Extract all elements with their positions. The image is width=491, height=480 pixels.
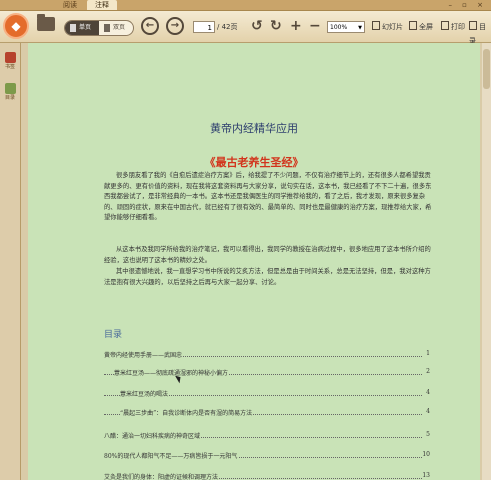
sidebar-item-bookmarks[interactable]: 书签: [3, 52, 17, 70]
slideshow-button[interactable]: 幻灯片: [372, 20, 403, 34]
toc-entry[interactable]: 八醋：通治一切妇科疾病的神奇区域 5: [104, 431, 430, 441]
page-number-input[interactable]: 1: [193, 21, 215, 33]
toc-icon: [4, 83, 16, 94]
sidebar-item-toc[interactable]: 目录: [3, 83, 17, 101]
document-title: 黄帝内经精华应用: [210, 122, 298, 135]
slideshow-icon: [372, 21, 380, 30]
bookmark-icon: [469, 21, 477, 30]
bookmark-button[interactable]: 目录: [469, 20, 491, 45]
chevron-down-icon: ▼: [358, 25, 362, 31]
fullscreen-button[interactable]: 全屏: [409, 20, 433, 34]
toc-entry[interactable]: 艾灸是我们的身体：阳虚的证候和调理方法 13: [104, 472, 430, 480]
toc-entry[interactable]: 薏米红豆汤的喝法 4: [104, 389, 430, 399]
left-sidebar: 书签 目录: [0, 43, 21, 480]
app-logo: ◆: [3, 13, 29, 39]
single-page-icon: [70, 24, 76, 32]
toc-entry[interactable]: 黄帝内经使用手册——武国忠 1: [104, 350, 430, 360]
forward-icon[interactable]: →: [166, 17, 184, 35]
open-folder-icon[interactable]: [37, 14, 55, 31]
zoom-in-icon[interactable]: +: [290, 17, 302, 35]
back-icon[interactable]: ←: [141, 17, 159, 35]
tab-annotate[interactable]: 注释: [87, 0, 117, 10]
double-page-icon: [104, 24, 110, 32]
intro-paragraph-2: 从这本书及我同学所给我的治疗笔记，我可以看得出，我同学的教授在治病过程中，很多地…: [104, 246, 431, 264]
toc-entry[interactable]: 薏米红豆汤——彻底疏通湿邪的神秘小偏方 2: [104, 368, 430, 378]
toc-entry[interactable]: “晨起三步曲”：自我诊断体内是否有湿的简易方法 4: [104, 408, 430, 418]
intro-paragraph-1: 很多朋友看了我的《自愈后遗症治疗方案》后，给我提了不少问题，不仅有治疗细节上的，…: [104, 172, 432, 222]
zoom-select[interactable]: 100% ▼: [327, 21, 365, 33]
zoom-out-icon[interactable]: −: [309, 17, 321, 35]
window-controls[interactable]: – ▫ ×: [448, 0, 487, 10]
bookmark-icon: [4, 52, 16, 63]
title-bar: 阅读 注释 – ▫ ×: [0, 0, 491, 11]
tab-read[interactable]: 阅读: [55, 0, 85, 10]
fullscreen-icon: [409, 21, 417, 30]
toc-heading: 目录: [104, 330, 123, 340]
print-icon: [441, 21, 449, 30]
scrollbar-thumb[interactable]: [483, 49, 490, 89]
rotate-left-icon[interactable]: ↺: [251, 17, 263, 35]
document-page[interactable]: 黄帝内经精华应用 《最古老养生圣经》 很多朋友看了我的《自愈后遗症治疗方案》后，…: [28, 43, 480, 480]
view-mode-toggle[interactable]: 单页 双页: [64, 20, 134, 36]
rotate-right-icon[interactable]: ↻: [270, 17, 282, 35]
vertical-scrollbar[interactable]: [482, 43, 491, 480]
toc-entry[interactable]: 80%的现代人都阳气不足——万病皆损于一元阳气 10: [104, 451, 430, 461]
book-title: 《最古老养生圣经》: [204, 156, 304, 169]
print-button[interactable]: 打印: [441, 20, 465, 34]
intro-paragraph-3: 其中很遗憾地说，我一直想学习书中所说的艾炙方法，但是总是由于时间关系，总是无法坚…: [104, 268, 431, 286]
double-page-button[interactable]: 双页: [99, 21, 133, 35]
page-total: / 42页: [217, 23, 238, 31]
single-page-button[interactable]: 单页: [65, 21, 99, 35]
